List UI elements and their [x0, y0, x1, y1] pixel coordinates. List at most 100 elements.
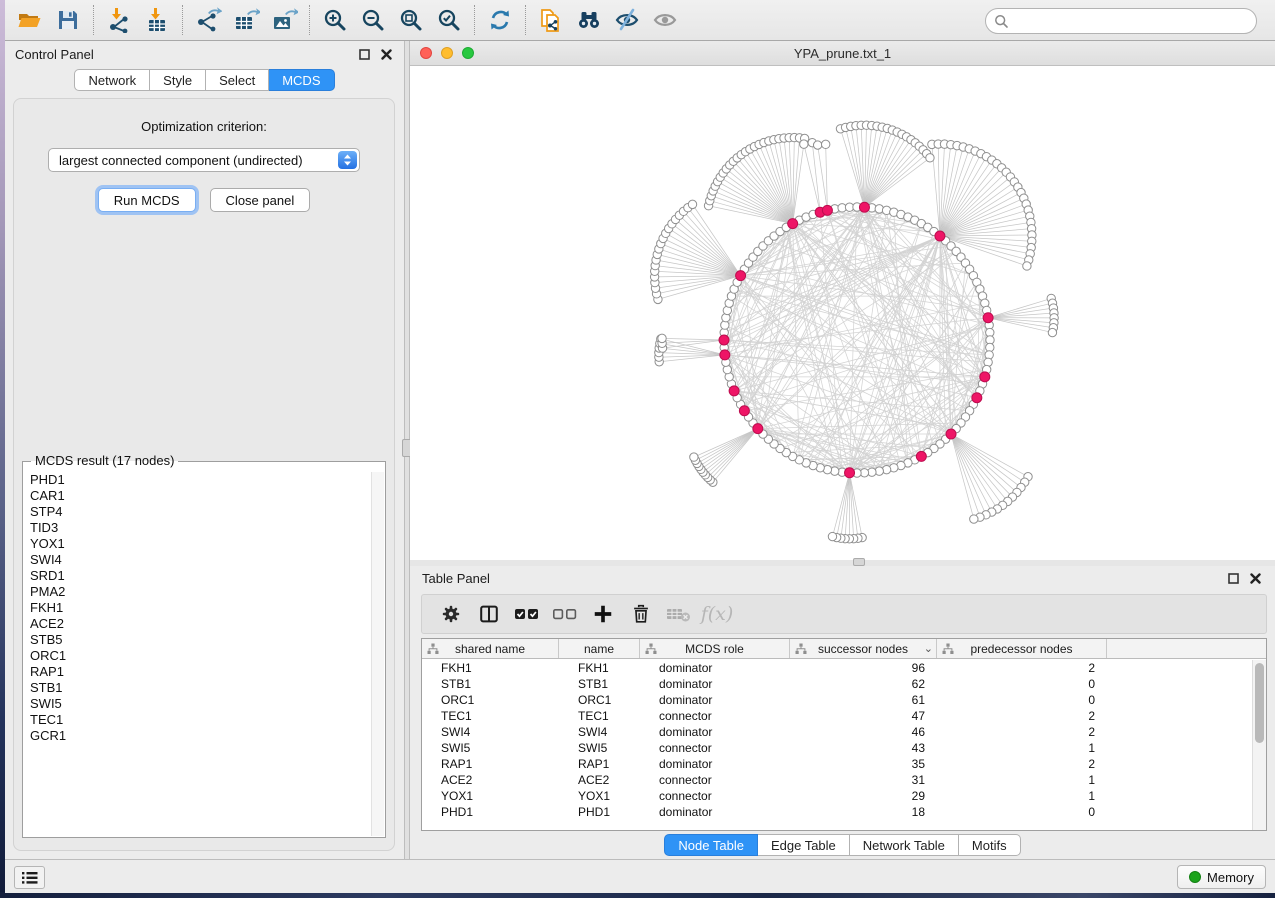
cell-shared-name[interactable]: SWI4 [422, 724, 559, 740]
cell-MCDS-role[interactable]: connector [640, 740, 790, 756]
cell-predecessor-nodes[interactable]: 2 [937, 756, 1107, 772]
cell-name[interactable]: SWI4 [559, 724, 640, 740]
tab-node-table[interactable]: Node Table [664, 834, 758, 856]
close-panel-button[interactable] [378, 46, 394, 62]
memory-button[interactable]: Memory [1177, 865, 1266, 889]
cell-name[interactable]: PHD1 [559, 804, 640, 820]
tab-motifs[interactable]: Motifs [959, 834, 1021, 856]
cell-predecessor-nodes[interactable]: 0 [937, 692, 1107, 708]
cell-predecessor-nodes[interactable]: 0 [937, 676, 1107, 692]
import-table-button[interactable] [138, 3, 176, 37]
run-mcds-button[interactable]: Run MCDS [98, 188, 196, 212]
hide-selected-button[interactable] [608, 3, 646, 37]
cell-MCDS-role[interactable]: dominator [640, 724, 790, 740]
deselect-all-button[interactable] [546, 599, 584, 629]
column-header-MCDS-role[interactable]: MCDS role [640, 639, 790, 658]
column-header-name[interactable]: name [559, 639, 640, 658]
cell-MCDS-role[interactable]: connector [640, 788, 790, 804]
search-input[interactable] [1009, 11, 1256, 31]
float-panel-button[interactable] [356, 46, 372, 62]
mcds-result-node[interactable]: STB5 [24, 632, 370, 648]
cell-name[interactable]: YOX1 [559, 788, 640, 804]
cell-successor-nodes[interactable]: 61 [790, 692, 937, 708]
cell-successor-nodes[interactable]: 18 [790, 804, 937, 820]
save-session-button[interactable] [49, 3, 87, 37]
column-header-predecessor-nodes[interactable]: predecessor nodes [937, 639, 1107, 658]
cell-shared-name[interactable]: ACE2 [422, 772, 559, 788]
network-window-titlebar[interactable]: YPA_prune.txt_1 [410, 41, 1275, 66]
function-builder-button[interactable]: f(x) [698, 599, 736, 629]
cell-predecessor-nodes[interactable]: 1 [937, 772, 1107, 788]
cell-name[interactable]: ORC1 [559, 692, 640, 708]
import-network-button[interactable] [100, 3, 138, 37]
cell-name[interactable]: SWI5 [559, 740, 640, 756]
cell-successor-nodes[interactable]: 35 [790, 756, 937, 772]
cell-name[interactable]: TEC1 [559, 708, 640, 724]
cell-shared-name[interactable]: FKH1 [422, 660, 559, 676]
task-history-button[interactable] [14, 866, 45, 889]
close-panel-button-mcds[interactable]: Close panel [210, 188, 311, 212]
mcds-result-node[interactable]: SRD1 [24, 568, 370, 584]
tab-network-table[interactable]: Network Table [850, 834, 959, 856]
cell-successor-nodes[interactable]: 31 [790, 772, 937, 788]
cell-name[interactable]: STB1 [559, 676, 640, 692]
zoom-out-button[interactable] [354, 3, 392, 37]
tab-select[interactable]: Select [206, 69, 269, 91]
cell-shared-name[interactable]: PHD1 [422, 804, 559, 820]
table-row[interactable]: FKH1FKH1dominator962 [422, 660, 1252, 676]
zoom-fit-button[interactable] [392, 3, 430, 37]
horizontal-splitter-grip[interactable] [853, 558, 865, 566]
cell-predecessor-nodes[interactable]: 2 [937, 724, 1107, 740]
cell-shared-name[interactable]: YOX1 [422, 788, 559, 804]
cell-predecessor-nodes[interactable]: 1 [937, 740, 1107, 756]
network-view[interactable] [410, 66, 1275, 560]
cell-predecessor-nodes[interactable]: 1 [937, 788, 1107, 804]
mcds-result-node[interactable]: RAP1 [24, 664, 370, 680]
refresh-layout-button[interactable] [481, 3, 519, 37]
export-network-button[interactable] [189, 3, 227, 37]
create-column-button[interactable] [584, 599, 622, 629]
cell-shared-name[interactable]: ORC1 [422, 692, 559, 708]
delete-column-button[interactable] [622, 599, 660, 629]
select-all-button[interactable] [508, 599, 546, 629]
cell-predecessor-nodes[interactable]: 0 [937, 804, 1107, 820]
cell-name[interactable]: ACE2 [559, 772, 640, 788]
cell-name[interactable]: FKH1 [559, 660, 640, 676]
delete-table-button[interactable] [660, 599, 698, 629]
table-row[interactable]: ACE2ACE2connector311 [422, 772, 1252, 788]
table-row[interactable]: YOX1YOX1connector291 [422, 788, 1252, 804]
cell-successor-nodes[interactable]: 43 [790, 740, 937, 756]
table-row[interactable]: RAP1RAP1dominator352 [422, 756, 1252, 772]
tab-mcds[interactable]: MCDS [269, 69, 334, 91]
open-file-button[interactable] [11, 3, 49, 37]
mcds-result-node[interactable]: TEC1 [24, 712, 370, 728]
table-scrollbar[interactable] [1252, 660, 1266, 830]
mcds-result-node[interactable]: SWI4 [24, 552, 370, 568]
criterion-dropdown[interactable]: largest connected component (undirected) [48, 148, 360, 172]
cell-successor-nodes[interactable]: 62 [790, 676, 937, 692]
column-header-shared-name[interactable]: shared name [422, 639, 559, 658]
table-row[interactable]: SWI4SWI4dominator462 [422, 724, 1252, 740]
zoom-selected-button[interactable] [430, 3, 468, 37]
export-table-button[interactable] [227, 3, 265, 37]
cell-name[interactable]: RAP1 [559, 756, 640, 772]
cell-MCDS-role[interactable]: dominator [640, 660, 790, 676]
mcds-result-node[interactable]: YOX1 [24, 536, 370, 552]
mcds-result-node[interactable]: ORC1 [24, 648, 370, 664]
mcds-result-node[interactable]: GCR1 [24, 728, 370, 744]
tab-network[interactable]: Network [74, 69, 150, 91]
table-settings-button[interactable] [432, 599, 470, 629]
close-table-panel-button[interactable] [1247, 571, 1263, 587]
mcds-result-node[interactable]: TID3 [24, 520, 370, 536]
cell-successor-nodes[interactable]: 29 [790, 788, 937, 804]
table-row[interactable]: STB1STB1dominator620 [422, 676, 1252, 692]
mcds-result-node[interactable]: CAR1 [24, 488, 370, 504]
search-find-button[interactable] [570, 3, 608, 37]
tab-edge-table[interactable]: Edge Table [758, 834, 850, 856]
mcds-result-node[interactable]: SWI5 [24, 696, 370, 712]
clone-network-button[interactable] [532, 3, 570, 37]
network-graph[interactable] [410, 66, 1275, 560]
cell-shared-name[interactable]: STB1 [422, 676, 559, 692]
mcds-result-node[interactable]: ACE2 [24, 616, 370, 632]
cell-shared-name[interactable]: RAP1 [422, 756, 559, 772]
